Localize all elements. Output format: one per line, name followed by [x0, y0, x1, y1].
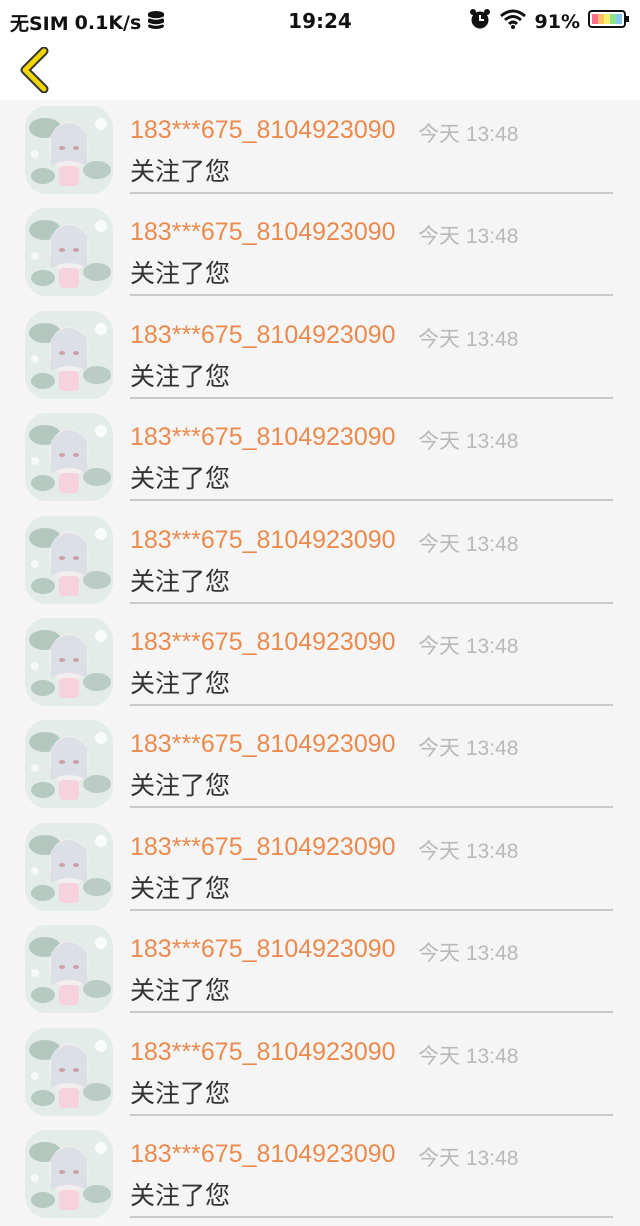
- username[interactable]: 183***675_8104923090: [130, 833, 396, 862]
- username[interactable]: 183***675_8104923090: [130, 628, 396, 657]
- username[interactable]: 183***675_8104923090: [130, 218, 396, 247]
- wifi-icon: [499, 8, 527, 35]
- status-bar: 无SIM 0.1K/s 19:24 91%: [0, 0, 640, 44]
- timestamp: 今天 13:48: [418, 737, 519, 761]
- notification-item[interactable]: 183***675_8104923090 今天 13:48 关注了您: [0, 202, 640, 304]
- timestamp: 今天 13:48: [418, 1146, 519, 1170]
- avatar[interactable]: [25, 925, 113, 1014]
- notification-item[interactable]: 183***675_8104923090 今天 13:48 关注了您: [0, 510, 640, 612]
- avatar[interactable]: [25, 720, 113, 809]
- message-text: 关注了您: [130, 1180, 231, 1210]
- message-text: 关注了您: [130, 361, 231, 391]
- username[interactable]: 183***675_8104923090: [130, 526, 396, 555]
- avatar[interactable]: [25, 310, 113, 399]
- notification-content: 183***675_8104923090 今天 13:48 关注了您: [130, 407, 613, 502]
- avatar[interactable]: [25, 1129, 113, 1218]
- notification-item[interactable]: 183***675_8104923090 今天 13:48 关注了您: [0, 817, 640, 919]
- message-text: 关注了您: [130, 668, 231, 698]
- avatar[interactable]: [25, 208, 113, 297]
- notification-item[interactable]: 183***675_8104923090 今天 13:48 关注了您: [0, 100, 640, 202]
- notification-content: 183***675_8104923090 今天 13:48 关注了您: [130, 817, 613, 911]
- notification-list: 183***675_8104923090 今天 13:48 关注了您 183**…: [0, 100, 640, 1226]
- avatar[interactable]: [25, 822, 113, 911]
- timestamp: 今天 13:48: [418, 634, 519, 658]
- battery-icon: [588, 9, 630, 34]
- message-text: 关注了您: [130, 1078, 231, 1108]
- username[interactable]: 183***675_8104923090: [130, 116, 396, 145]
- notification-content: 183***675_8104923090 今天 13:48 关注了您: [130, 919, 613, 1014]
- back-button[interactable]: [10, 46, 58, 97]
- username[interactable]: 183***675_8104923090: [130, 935, 396, 964]
- username[interactable]: 183***675_8104923090: [130, 1140, 396, 1169]
- message-text: 关注了您: [130, 157, 231, 186]
- battery-percent: 91%: [534, 10, 580, 33]
- timestamp: 今天 13:48: [418, 839, 519, 863]
- notification-content: 183***675_8104923090 今天 13:48 关注了您: [130, 305, 613, 399]
- notification-content: 183***675_8104923090 今天 13:48 关注了您: [130, 1022, 613, 1116]
- avatar[interactable]: [25, 1027, 113, 1116]
- timestamp: 今天 13:48: [418, 327, 519, 351]
- notification-item[interactable]: 183***675_8104923090 今天 13:48 关注了您: [0, 1022, 640, 1124]
- timestamp: 今天 13:48: [418, 1044, 519, 1068]
- notification-content: 183***675_8104923090 今天 13:48 关注了您: [130, 510, 613, 604]
- notification-content: 183***675_8104923090 今天 13:48 关注了您: [130, 612, 613, 706]
- username[interactable]: 183***675_8104923090: [130, 1038, 396, 1067]
- timestamp: 今天 13:48: [418, 225, 519, 249]
- avatar[interactable]: [25, 515, 113, 604]
- timestamp: 今天 13:48: [418, 123, 519, 146]
- notification-content: 183***675_8104923090 今天 13:48 关注了您: [130, 1124, 613, 1218]
- avatar[interactable]: [25, 413, 113, 502]
- message-text: 关注了您: [130, 566, 231, 596]
- message-text: 关注了您: [130, 771, 231, 801]
- message-text: 关注了您: [130, 259, 231, 289]
- nav-bar: [0, 44, 640, 100]
- avatar[interactable]: [25, 106, 113, 194]
- notification-item[interactable]: 183***675_8104923090 今天 13:48 关注了您: [0, 919, 640, 1021]
- alarm-icon: [469, 8, 491, 35]
- username[interactable]: 183***675_8104923090: [130, 730, 396, 759]
- message-text: 关注了您: [130, 873, 231, 903]
- username[interactable]: 183***675_8104923090: [130, 423, 396, 452]
- message-text: 关注了您: [130, 464, 231, 494]
- notification-item[interactable]: 183***675_8104923090 今天 13:48 关注了您: [0, 305, 640, 407]
- notification-item[interactable]: 183***675_8104923090 今天 13:48 关注了您: [0, 407, 640, 509]
- notification-item[interactable]: 183***675_8104923090 今天 13:48 关注了您: [0, 612, 640, 714]
- notification-item[interactable]: 183***675_8104923090 今天 13:48 关注了您: [0, 714, 640, 816]
- notification-content: 183***675_8104923090 今天 13:48 关注了您: [130, 100, 613, 194]
- status-right: 91%: [469, 8, 630, 35]
- timestamp: 今天 13:48: [418, 430, 519, 454]
- username[interactable]: 183***675_8104923090: [130, 321, 396, 350]
- avatar[interactable]: [25, 617, 113, 706]
- notification-content: 183***675_8104923090 今天 13:48 关注了您: [130, 202, 613, 297]
- chevron-left-icon: [17, 46, 51, 97]
- timestamp: 今天 13:48: [418, 942, 519, 966]
- message-text: 关注了您: [130, 976, 231, 1006]
- notification-item[interactable]: 183***675_8104923090 今天 13:48 关注了您: [0, 1124, 640, 1226]
- timestamp: 今天 13:48: [418, 532, 519, 556]
- notification-content: 183***675_8104923090 今天 13:48 关注了您: [130, 714, 613, 809]
